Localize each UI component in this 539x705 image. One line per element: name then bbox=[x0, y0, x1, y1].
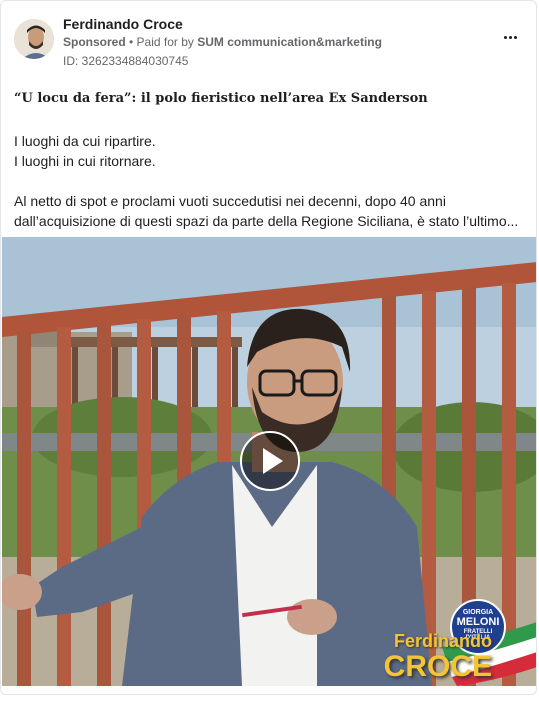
caption-first-name: Ferdinando bbox=[394, 631, 492, 651]
post-header: Ferdinando Croce Sponsored • Paid for by… bbox=[14, 13, 524, 73]
ad-id: ID: 3262334884030745 bbox=[63, 54, 189, 68]
post-headline: “U locu da fera”: il polo fieristico nel… bbox=[14, 91, 428, 106]
page-name[interactable]: Ferdinando Croce bbox=[63, 16, 183, 32]
party-logo-line1: GIORGIA bbox=[462, 609, 494, 616]
video-caption: Ferdinando CROCE bbox=[322, 632, 492, 682]
play-icon bbox=[263, 448, 283, 474]
body-line-truncated[interactable]: dall’acquisizione di questi spazi da par… bbox=[14, 211, 520, 231]
ad-card: Ferdinando Croce Sponsored • Paid for by… bbox=[0, 0, 537, 695]
body-line: Al netto di spot e proclami vuoti succed… bbox=[14, 193, 446, 209]
party-logo-line2: MELONI bbox=[456, 616, 500, 628]
post-body: I luoghi da cui ripartire. I luoghi in c… bbox=[14, 131, 520, 231]
more-options-button[interactable] bbox=[498, 27, 522, 47]
paid-for-by: SUM communication&marketing bbox=[197, 35, 382, 49]
play-button[interactable] bbox=[240, 431, 300, 491]
body-line: I luoghi in cui ritornare. bbox=[14, 153, 156, 169]
caption-last-name: CROCE bbox=[383, 650, 492, 683]
video-player[interactable]: GIORGIA MELONI FRATELLI D'ITALIA Ferdina… bbox=[2, 237, 536, 686]
sponsored-label: Sponsored bbox=[63, 35, 126, 49]
more-horizontal-icon bbox=[503, 35, 518, 39]
avatar[interactable] bbox=[14, 19, 54, 59]
avatar-photo bbox=[14, 19, 54, 59]
body-line: I luoghi da cui ripartire. bbox=[14, 133, 156, 149]
separator: • bbox=[125, 35, 137, 49]
paid-for-prefix: Paid for by bbox=[136, 35, 198, 49]
sponsored-line: Sponsored • Paid for by SUM communicatio… bbox=[63, 35, 382, 49]
